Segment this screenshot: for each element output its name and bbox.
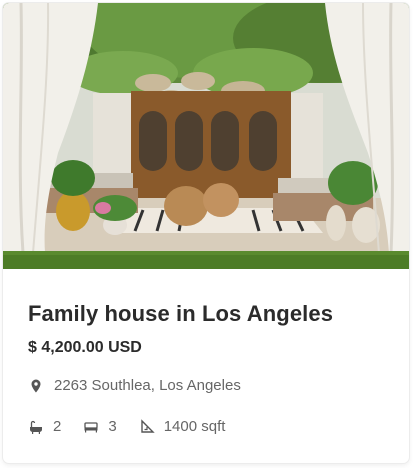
listing-address: 2263 Southlea, Los Angeles	[28, 377, 241, 394]
feature-beds: 3	[83, 418, 117, 435]
listing-title[interactable]: Family house in Los Angeles	[28, 301, 333, 327]
bathtub-icon	[28, 419, 44, 435]
property-photo[interactable]	[3, 3, 409, 269]
patio-illustration	[3, 3, 409, 269]
baths-count: 2	[53, 418, 62, 435]
feature-baths: 2	[28, 418, 61, 435]
listing-features: 2 3 1400 sqft	[28, 418, 247, 435]
beds-count: 3	[108, 418, 117, 435]
bed-icon	[83, 419, 99, 435]
location-pin-icon	[28, 378, 44, 394]
area-value: 1400 sqft	[163, 418, 226, 435]
address-text: 2263 Southlea, Los Angeles	[54, 377, 241, 394]
area-icon	[139, 418, 155, 435]
listing-price: $ 4,200.00 USD	[28, 339, 142, 356]
property-card[interactable]: Family house in Los Angeles $ 4,200.00 U…	[3, 3, 409, 463]
card-body: Family house in Los Angeles $ 4,200.00 U…	[3, 269, 409, 463]
feature-area: 1400 sqft	[139, 418, 226, 435]
